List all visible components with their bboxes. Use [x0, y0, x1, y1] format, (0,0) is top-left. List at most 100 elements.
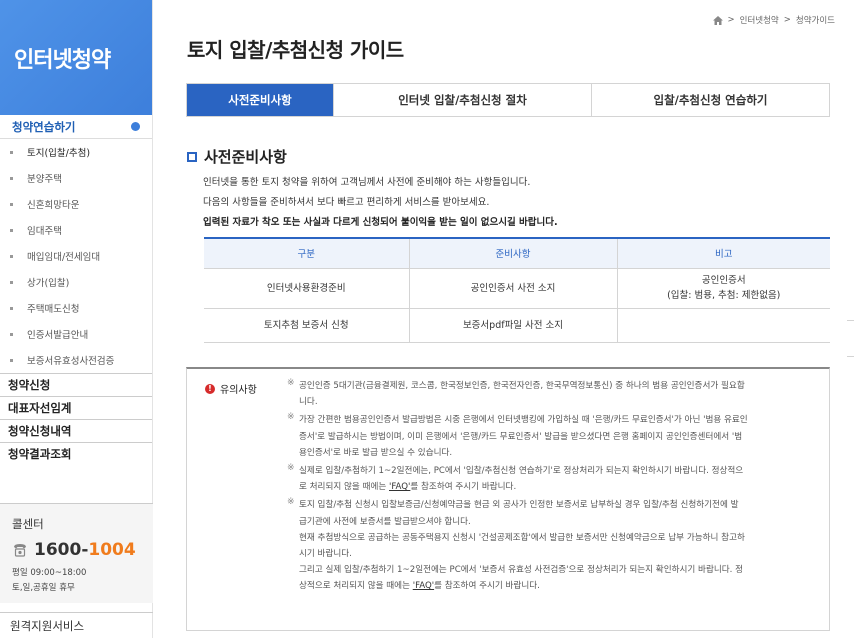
bullet-icon: [10, 358, 13, 362]
faq-link[interactable]: 'FAQ': [413, 581, 434, 591]
menu-practice[interactable]: 청약연습하기: [0, 115, 152, 139]
notice-list: ※ 공인인증 5대기관(금융결제원, 코스콤, 한국정보인증, 한국전자인증, …: [287, 378, 821, 597]
sub-item-newlywed-town[interactable]: 신혼희망타운: [0, 191, 152, 217]
brand-title[interactable]: 인터넷청약: [0, 0, 152, 115]
phone-suffix: 1004: [88, 540, 136, 560]
table-cell-line: 공인인증서: [701, 275, 746, 286]
intro-text-3: 입력된 자료가 착오 또는 사실과 다르게 신청되어 불이익을 받는 일이 없으…: [203, 217, 558, 228]
sub-item-label: 주택매도신청: [27, 304, 80, 315]
tab-preparation[interactable]: 사전준비사항: [187, 84, 334, 116]
sub-item-cert-guide[interactable]: 인증서발급안내: [0, 321, 152, 347]
notice-item: ※ 공인인증 5대기관(금융결제원, 코스콤, 한국정보인증, 한국전자인증, …: [287, 378, 821, 410]
notice-line: 상적으로 처리되지 않을 때에는 'FAQ'를 참조하여 주시기 바랍니다.: [299, 581, 540, 592]
intro-text-1: 인터넷을 통한 토지 청약을 위하여 고객님께서 사전에 준비해야 하는 사항들…: [203, 177, 531, 188]
sub-item-land[interactable]: 토지(입찰/추첨): [0, 139, 152, 165]
notice-item: ※ 실제로 입찰/추첨하기 1~2일전에는, PC에서 '입찰/추첨신청 연습하…: [287, 463, 821, 495]
sub-item-label: 토지(입찰/추첨): [27, 148, 91, 159]
sub-item-label: 매입임대/전세임대: [27, 252, 101, 263]
sub-item-commercial[interactable]: 상가(입찰): [0, 269, 152, 295]
menu-result[interactable]: 청약결과조회: [0, 442, 152, 465]
column-header: 비고: [617, 238, 830, 269]
callcenter-hours-weekend: 토,일,공휴일 휴무: [12, 583, 75, 593]
menu-representative[interactable]: 대표자선임계: [0, 396, 152, 419]
notice-item: ※ 가장 간편한 범용공인인증서 발급방법은 시중 은행에서 인터넷뱅킹에 가입…: [287, 412, 821, 461]
table-cell-line: (입찰: 범용, 추첨: 제한없음): [667, 290, 781, 301]
phone-icon: [14, 544, 26, 557]
breadcrumb-item[interactable]: 청약가이드: [796, 14, 835, 26]
sub-item-label: 분양주택: [27, 174, 62, 185]
reference-mark-icon: ※: [287, 463, 295, 474]
menu-apply-history[interactable]: 청약신청내역: [0, 419, 152, 442]
reference-mark-icon: ※: [287, 412, 295, 423]
notice-line: 현재 추첨방식으로 공급하는 공동주택용지 신청시 '건설공제조합'에서 발급한…: [299, 532, 745, 543]
table-cell: 공인인증서 (입찰: 범용, 추첨: 제한없음): [617, 268, 830, 309]
column-header: 준비사항: [409, 238, 618, 269]
menu-apply[interactable]: 청약신청: [0, 373, 152, 396]
bullet-icon: [10, 254, 13, 258]
notice-line: 로 처리되지 않을 때에는 'FAQ'를 참조하여 주시기 바랍니다.: [299, 482, 517, 493]
notice-line: 공인인증 5대기관(금융결제원, 코스콤, 한국정보인증, 한국전자인증, 한국…: [299, 381, 745, 391]
table-cell: 인터넷사용환경준비: [204, 268, 410, 309]
section-title: 사전준비사항: [187, 146, 287, 167]
breadcrumb-item[interactable]: 인터넷청약: [740, 14, 779, 26]
callcenter-hours-weekday: 평일 09:00~18:00: [12, 568, 87, 578]
sub-menu-list: 토지(입찰/추첨) 분양주택 신혼희망타운 임대주택 매입임대/전세임대 상가(…: [0, 139, 152, 373]
sub-item-guarantee-verify[interactable]: 보증서유효성사전검증: [0, 347, 152, 373]
sidebar: 인터넷청약 청약연습하기 토지(입찰/추첨) 분양주택 신혼희망타운 임대주택 …: [0, 0, 153, 638]
phone-prefix: 1600-: [34, 540, 89, 560]
sub-item-housing-sale-request[interactable]: 주택매도신청: [0, 295, 152, 321]
sub-item-purchase-rental[interactable]: 매입임대/전세임대: [0, 243, 152, 269]
notice-line: 가장 간편한 범용공인인증서 발급방법은 시중 은행에서 인터넷뱅킹에 가입하실…: [299, 415, 748, 426]
sub-item-rental-housing[interactable]: 임대주택: [0, 217, 152, 243]
menu-practice-label: 청약연습하기: [12, 119, 76, 134]
table-header-row: 구분 준비사항 비고: [204, 238, 830, 269]
column-header: 구분: [204, 238, 410, 269]
sub-item-sale-housing[interactable]: 분양주택: [0, 165, 152, 191]
sub-item-label: 상가(입찰): [27, 278, 70, 289]
divider: [847, 320, 854, 321]
preparation-table: 구분 준비사항 비고 인터넷사용환경준비 공인인증서 사전 소지 공인인증서 (…: [204, 237, 830, 343]
bullet-icon: [10, 228, 13, 232]
faq-link[interactable]: 'FAQ': [389, 482, 410, 492]
expand-dot-icon: [131, 122, 140, 131]
table-cell: 보증서pdf파일 사전 소지: [409, 308, 618, 343]
tab-practice[interactable]: 입찰/추첨신청 연습하기: [592, 84, 829, 116]
square-bullet-icon: [187, 151, 197, 162]
callcenter-phone: 1600- 1004: [12, 540, 141, 560]
notice-label-text: 유의사항: [220, 385, 257, 396]
bullet-icon: [10, 150, 13, 154]
notice-line: 실제로 입찰/추첨하기 1~2일전에는, PC에서 '입찰/추첨신청 연습하기'…: [299, 466, 744, 477]
table-cell: 공인인증서 사전 소지: [409, 268, 618, 309]
reference-mark-icon: ※: [287, 378, 295, 388]
notice-item: ※ 토지 입찰/추첨 신청시 입찰보증금/신청예약금을 현금 외 공사가 인정한…: [287, 497, 821, 594]
breadcrumb: > 인터넷청약 > 청약가이드: [712, 14, 835, 26]
bullet-icon: [10, 202, 13, 206]
reference-mark-icon: ※: [287, 497, 295, 508]
notice-line: 그리고 실제 입찰/추첨하기 1~2일전에는 PC에서 '보증서 유효성 사전검…: [299, 565, 744, 576]
notice-line: 증서'로 발급하시는 방법이며, 이미 은행에서 '은행/카드 무료인증서' 발…: [299, 431, 743, 442]
remote-support-link[interactable]: 원격지원서비스: [0, 612, 153, 638]
notice-box: ! 유의사항 ※ 공인인증 5대기관(금융결제원, 코스콤, 한국정보인증, 한…: [186, 367, 830, 631]
notice-label: ! 유의사항: [205, 381, 257, 396]
table-row: 토지추첨 보증서 신청 보증서pdf파일 사전 소지: [204, 308, 830, 343]
notice-line: 급기관에 사전에 보증서를 발급받으셔야 합니다.: [299, 516, 471, 527]
sub-item-label: 임대주택: [27, 226, 62, 237]
table-cell: [617, 308, 830, 343]
notice-line: 시기 바랍니다.: [299, 549, 352, 560]
tab-procedure[interactable]: 인터넷 입찰/추첨신청 절차: [334, 84, 592, 116]
warning-icon: !: [205, 383, 215, 394]
sub-item-label: 신혼희망타운: [27, 200, 80, 211]
page-title: 토지 입찰/추첨신청 가이드: [187, 38, 404, 62]
home-icon[interactable]: [712, 15, 723, 25]
bullet-icon: [10, 306, 13, 310]
table-row: 인터넷사용환경준비 공인인증서 사전 소지 공인인증서 (입찰: 범용, 추첨:…: [204, 268, 830, 309]
chevron-right-icon: >: [727, 15, 735, 25]
bullet-icon: [10, 280, 13, 284]
table-cell: 토지추첨 보증서 신청: [204, 308, 410, 343]
tab-bar: 사전준비사항 인터넷 입찰/추첨신청 절차 입찰/추첨신청 연습하기: [186, 83, 830, 117]
sub-item-label: 보증서유효성사전검증: [27, 356, 115, 367]
sub-item-label: 인증서발급안내: [27, 330, 89, 341]
notice-line: 니다.: [299, 397, 318, 408]
callcenter-box: 콜센터 1600- 1004 평일 09:00~18:00 토,일,공휴일 휴무: [0, 503, 153, 603]
bullet-icon: [10, 176, 13, 180]
